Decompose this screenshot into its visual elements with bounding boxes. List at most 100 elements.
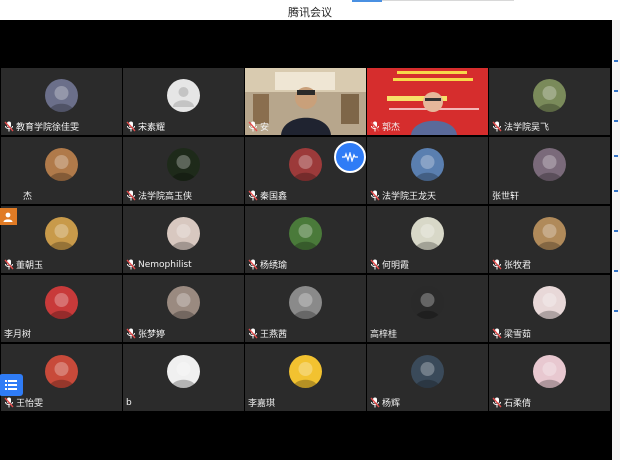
participant-name-bar: 法学院王龙天 [370,189,436,202]
participant-tile[interactable]: 杨辉 [367,344,488,411]
participant-tile[interactable]: 杰 [1,137,122,204]
muted-mic-icon [492,121,502,132]
yellow-character-avatar [289,355,322,388]
muted-mic-icon [248,121,258,132]
muted-mic-icon [492,259,502,270]
participant-name-bar: 郭杰 [370,120,400,133]
default-user-avatar [167,79,200,112]
muted-mic-icon [126,190,136,201]
participant-name: 张牧君 [504,261,532,271]
participant-grid: 教育学院徐佳雯 宋素耀 安 郭杰 法学院吴飞杰 法学院高玉侠 秦国鑫 法学院王龙天 张世轩董朝玉… [1,68,611,412]
participant-name: 杨辉 [382,399,401,409]
participant-tile[interactable]: 张牧君 [489,206,610,273]
panda-face-avatar [411,286,444,319]
bw-girl-avatar [289,286,322,319]
participant-name-bar: 杨辉 [370,396,400,409]
participant-tile[interactable]: 法学院高玉侠 [123,137,244,204]
participant-tile[interactable]: 杨绣瑜 [245,206,366,273]
participant-name: 张世轩 [492,192,520,202]
participant-tile[interactable]: 教育学院徐佳雯 [1,68,122,135]
participant-tile[interactable]: Nemophilist [123,206,244,273]
participant-tile[interactable]: 宋素耀 [123,68,244,135]
girl-photo-avatar [167,217,200,250]
portrait-avatar [167,286,200,319]
participant-name-bar: 王怡雯 [4,396,43,409]
participant-name-bar: 安 [248,120,269,133]
sketch-avatar [167,355,200,388]
right-side-panel [612,20,620,460]
participant-name: 梁雪茹 [504,330,532,340]
participant-name-bar: 张梦婷 [126,327,165,340]
participant-tile[interactable]: 安 [245,68,366,135]
dog-avatar [45,148,78,181]
participant-list-icon[interactable] [0,374,23,396]
participant-name: 宋素耀 [138,123,166,133]
participant-name-bar: 杨绣瑜 [248,258,287,271]
muted-mic-icon [370,259,380,270]
titlebar-rule [382,0,514,1]
participant-name-bar: 法学院高玉侠 [126,189,192,202]
man-photo-avatar [533,79,566,112]
participant-tile[interactable]: 法学院吴飞 [489,68,610,135]
muted-mic-icon [4,397,14,408]
participant-tile[interactable]: 李月树 [1,275,122,342]
participant-tile[interactable]: 高梓桂 [367,275,488,342]
participant-name: 法学院吴飞 [504,123,550,133]
screen-share-icon[interactable] [0,208,17,225]
muted-mic-icon [370,190,380,201]
participant-tile[interactable]: 法学院王龙天 [367,137,488,204]
participant-tile[interactable]: 李嘉琪 [245,344,366,411]
sunset-avatar [289,148,322,181]
participant-name: 董朝玉 [16,261,44,271]
muted-mic-icon [248,190,258,201]
participant-name-bar: b [126,396,132,409]
participant-name-bar: 教育学院徐佳雯 [4,120,79,133]
muted-mic-icon [370,397,380,408]
red-scarf-avatar [45,286,78,319]
participant-name: 郭杰 [382,123,401,133]
participant-name-bar: 宋素耀 [126,120,165,133]
muted-mic-icon [126,121,136,132]
evening-sky-avatar [533,148,566,181]
participant-name: 秦国鑫 [260,192,288,202]
participant-name: 李月树 [4,330,32,340]
titlebar-accent [352,0,382,2]
participant-name-bar: 李嘉琪 [248,396,275,409]
participant-tile[interactable]: 何明霞 [367,206,488,273]
participant-tile[interactable]: 梁雪茹 [489,275,610,342]
participant-name: b [126,397,132,408]
pink-toy-avatar [533,355,566,388]
tiger-plush-avatar [533,217,566,250]
participant-tile[interactable]: b [123,344,244,411]
participant-name-bar: 李月树 [4,327,31,340]
muted-mic-icon [370,121,380,132]
meeting-stage: 教育学院徐佳雯 宋素耀 安 郭杰 法学院吴飞杰 法学院高玉侠 秦国鑫 法学院王龙天 张世轩董朝玉… [0,20,612,460]
red-hair-girl-avatar [45,355,78,388]
participant-name-bar: 张世轩 [492,189,519,202]
participant-name-bar: Nemophilist [126,258,192,271]
participant-name-bar: 石柔倩 [492,396,531,409]
participant-name: 高梓桂 [370,330,398,340]
muted-mic-icon [126,328,136,339]
participant-tile[interactable]: 石柔倩 [489,344,610,411]
cartoon-girl-avatar [411,217,444,250]
dogs-avatar [45,217,78,250]
anime-red-avatar [533,286,566,319]
participant-name: 王燕茜 [260,330,288,340]
participant-tile[interactable]: 张世轩 [489,137,610,204]
participant-name: Nemophilist [138,259,192,270]
participant-name: 何明霞 [382,261,410,271]
muted-mic-icon [248,259,258,270]
participant-name: 李嘉琪 [248,399,276,409]
participant-tile[interactable]: 董朝玉 [1,206,122,273]
participant-tile[interactable]: 郭杰 [367,68,488,135]
participant-name-bar: 王燕茜 [248,327,287,340]
city-skyline-avatar [411,148,444,181]
active-speaker-mic-icon[interactable] [334,141,366,173]
participant-name: 法学院高玉侠 [138,192,193,202]
participant-tile[interactable]: 张梦婷 [123,275,244,342]
participant-name-bar: 何明霞 [370,258,409,271]
cartoon-bird-avatar [289,217,322,250]
participant-name-bar: 董朝玉 [4,258,43,271]
participant-tile[interactable]: 王燕茜 [245,275,366,342]
